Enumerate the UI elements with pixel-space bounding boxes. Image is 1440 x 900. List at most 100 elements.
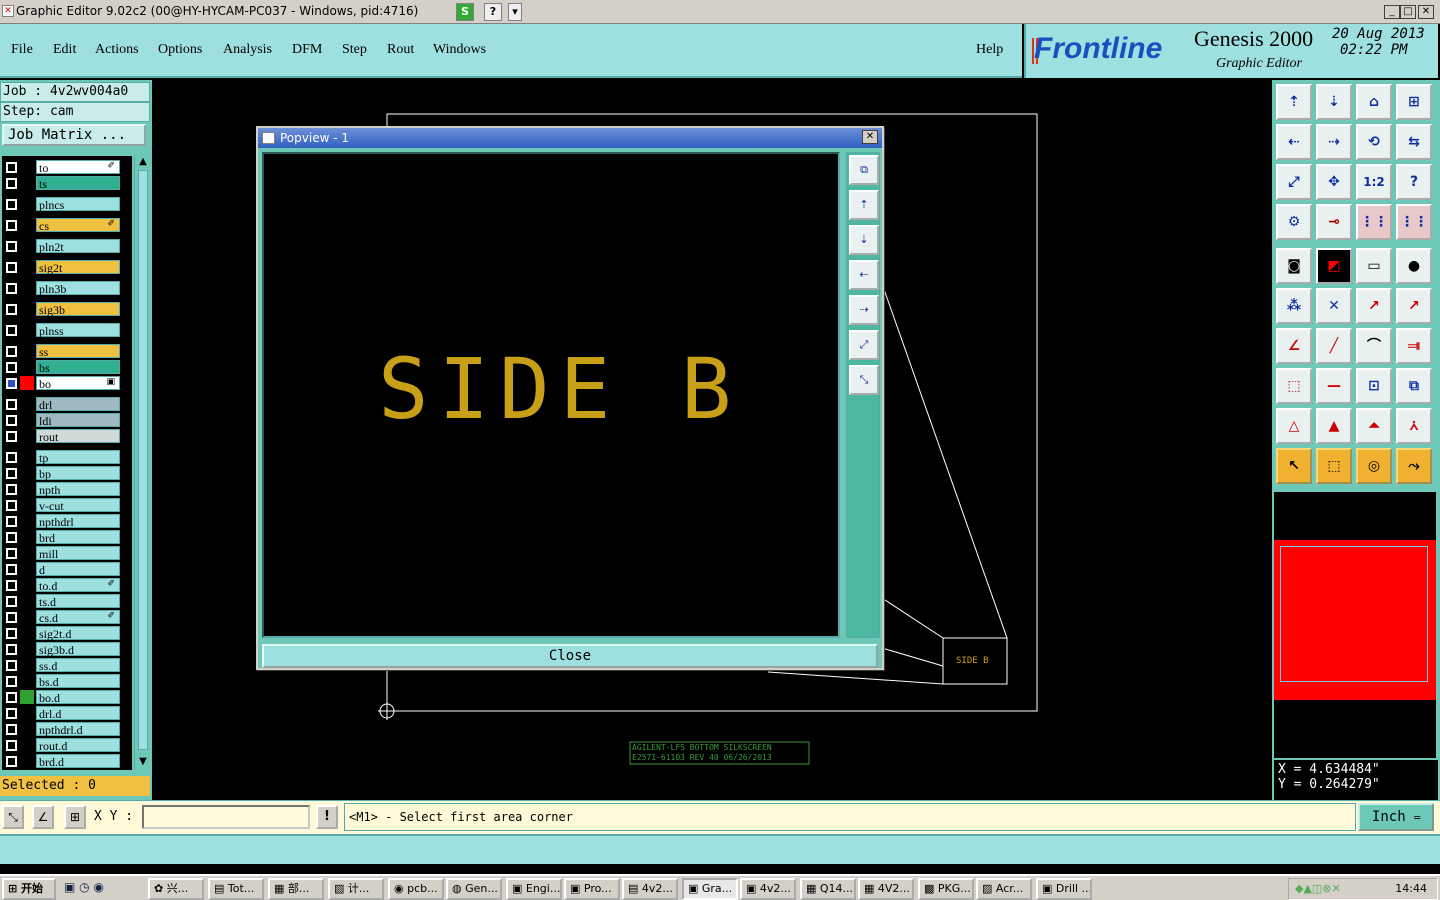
layer-checkbox[interactable] [6,283,17,294]
xy-input[interactable] [142,805,310,829]
move-point-icon[interactable]: ↗ [1356,288,1392,324]
dropdown-toolbar-icon[interactable]: ▾ [508,3,522,21]
layer-name[interactable]: plncs [36,197,120,212]
popview-close-icon[interactable]: ✕ [862,130,878,144]
taskbar-item[interactable]: ▦ 4V2... [858,878,914,900]
layer-checkbox[interactable] [6,362,17,373]
popview-pan-right-icon[interactable]: ⇢ [849,295,879,325]
layer-toggle-2-icon[interactable]: ⋮⋮ [1396,204,1432,240]
layer-name[interactable]: v-cut [36,498,120,513]
layer-row-bp[interactable]: bp [2,466,122,481]
layer-checkbox[interactable] [6,399,17,410]
layer-name[interactable]: drl.d [36,706,120,721]
layer-checkbox[interactable] [6,162,17,173]
layer-name[interactable]: bo ▣ [36,376,120,391]
layer-checkbox[interactable] [6,262,17,273]
layer-row-bo.d[interactable]: bo.d [2,690,122,705]
taskbar-item[interactable]: ✿ 兴... [148,878,204,900]
layer-name[interactable]: pln2t [36,239,120,254]
layer-row-sig2t.d[interactable]: sig2t.d [2,626,122,641]
snap-mode-icon[interactable]: ⤡ [2,805,24,829]
layer-row-cs[interactable]: cs ✐ [2,218,122,233]
popview-window[interactable]: Popview - 1 ✕ SIDE B ⧉ ⇡ ⇣ ⇠ ⇢ ⤢ ⤡ Close [256,126,884,670]
delete-node-icon[interactable]: ✕ [1316,288,1352,324]
layer-name[interactable]: npthdrl [36,514,120,529]
layer-row-sig2t[interactable]: sig2t [2,260,122,275]
overview-map[interactable] [1274,540,1436,700]
snap-icon[interactable]: ⊸ [1316,204,1352,240]
menu-step[interactable]: Step [342,42,367,58]
layer-checkbox[interactable] [6,580,17,591]
taskbar-item[interactable]: ▦ 部... [268,878,324,900]
layer-name[interactable]: npth [36,482,120,497]
taskbar-item[interactable]: ▣ Drill ... [1036,878,1092,900]
layer-row-plnss[interactable]: plnss [2,323,122,338]
layer-row-plncs[interactable]: plncs [2,197,122,212]
layer-name[interactable]: sig2t [36,260,120,275]
layer-checkbox[interactable] [6,628,17,639]
angle-icon[interactable]: ∠ [1276,328,1312,364]
grid-mode-icon[interactable]: ⊞ [64,805,86,829]
taskbar-item[interactable]: ▩ PKG... [918,878,974,900]
layer-checkbox[interactable] [6,516,17,527]
taskbar-item[interactable]: ◍ Gen... [446,878,502,900]
layer-name[interactable]: bp [36,466,120,481]
quick-launch[interactable]: ▣ ◷ ◉ [64,880,144,898]
settings-icon[interactable]: ⚙ [1276,204,1312,240]
layer-row-v-cut[interactable]: v-cut [2,498,122,513]
layer-row-brd[interactable]: brd [2,530,122,545]
layer-color-swatch[interactable] [20,578,34,592]
layer-color-swatch[interactable] [20,239,34,253]
layer-color-swatch[interactable] [20,562,34,576]
popview-zoom-fit-icon[interactable]: ⧉ [849,155,879,185]
close-icon[interactable]: ✕ [1418,5,1434,19]
layer-checkbox[interactable] [6,724,17,735]
layer-name[interactable]: ss.d [36,658,120,673]
layer-color-swatch[interactable] [20,302,34,316]
swap-icon[interactable]: ⇆ [1396,124,1432,160]
layer-name[interactable]: pln3b [36,281,120,296]
layer-row-ss.d[interactable]: ss.d [2,658,122,673]
layer-checkbox[interactable] [6,468,17,479]
layer-row-d[interactable]: d [2,562,122,577]
scale-1-2-icon[interactable]: 1:2 [1356,164,1392,200]
alert-icon[interactable]: ! [316,805,338,829]
layer-row-bs[interactable]: bs [2,360,122,375]
layer-checkbox[interactable] [6,660,17,671]
layer-row-mill[interactable]: mill [2,546,122,561]
scroll-down-icon[interactable]: ▼ [137,756,149,768]
layer-color-swatch[interactable] [20,594,34,608]
menu-rout[interactable]: Rout [387,42,414,58]
layer-color-swatch[interactable] [20,514,34,528]
tray-icons[interactable]: ◆▲◫⊗✕ [1289,882,1341,895]
layer-checkbox[interactable] [6,346,17,357]
taskbar-item[interactable]: ▤ 4v2... [622,878,678,900]
layer-color-swatch[interactable] [20,323,34,337]
layer-color-swatch[interactable] [20,738,34,752]
job-matrix-button[interactable]: Job Matrix ... [2,124,146,146]
select-circle-icon[interactable]: ◎ [1356,448,1392,484]
layer-checkbox[interactable] [6,500,17,511]
layer-color-swatch[interactable] [20,413,34,427]
layer-name[interactable]: sig3b [36,302,120,317]
layer-color-swatch[interactable] [20,344,34,358]
layer-checkbox[interactable] [6,415,17,426]
layer-row-drl[interactable]: drl [2,397,122,412]
pad-icon[interactable]: ● [1396,248,1432,284]
ruler-icon[interactable]: ▭ [1356,248,1392,284]
menu-dfm[interactable]: DFM [292,42,322,58]
copy-icon[interactable]: ⧉ [1396,368,1432,404]
layer-color-swatch[interactable] [20,218,34,232]
layer-scrollbar[interactable]: ▲ ▼ [134,156,150,770]
layer-color-swatch[interactable] [20,706,34,720]
taskbar-item[interactable]: ◉ pcb... [388,878,444,900]
taskbar-item[interactable]: ▣ Pro... [564,878,620,900]
layer-name[interactable]: rout [36,429,120,444]
layer-checkbox[interactable] [6,220,17,231]
menu-options[interactable]: Options [158,42,202,58]
taskbar-item[interactable]: ▣ Gra... [682,878,738,900]
menu-actions[interactable]: Actions [95,42,139,58]
unit-selector[interactable]: Inch ═ [1358,803,1434,831]
layer-color-swatch[interactable] [20,176,34,190]
layer-name[interactable]: brd [36,530,120,545]
